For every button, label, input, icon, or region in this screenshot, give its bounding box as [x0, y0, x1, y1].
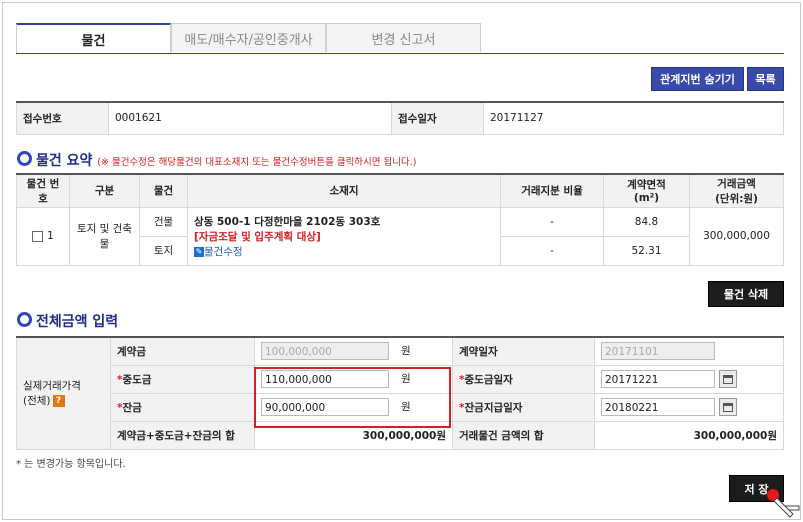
item-amount: 300,000,000 [689, 206, 784, 266]
total-title-text: 전체금액 입력 [36, 314, 119, 330]
item-building: 건물 [139, 206, 188, 237]
col-header-amount: 거래금액 (단위:원) [689, 173, 784, 208]
balance-date-input[interactable]: 20180221 [601, 398, 715, 416]
item-type: 토지 및 건축물 [69, 206, 140, 266]
tab-change-report[interactable]: 변경 신고서 [326, 23, 481, 52]
item-location-cell: 상동 500-1 다정한마을 2102동 303호 [자금조달 및 입주계획 대… [187, 206, 501, 266]
share-land: - [500, 235, 604, 266]
edit-icon: ✎ [194, 246, 204, 257]
calendar-icon[interactable] [719, 398, 737, 416]
tab-item[interactable]: 물건 [16, 23, 171, 54]
deposit-unit: 원 [401, 345, 411, 358]
col-header-item: 물건 [139, 173, 188, 208]
col-header-type: 구분 [69, 173, 140, 208]
receipt-number-label: 접수번호 [16, 101, 109, 135]
col-header-share: 거래지분 비율 [500, 173, 604, 208]
deposit-input[interactable]: 100,000,000 [261, 342, 389, 361]
middle-date-cell: 20171221 [594, 364, 784, 394]
col-header-area: 계약면적 (m²) [603, 173, 690, 208]
receipt-table: 접수번호 0001621 접수일자 20171127 [16, 101, 784, 135]
item-select-cell: 1 [16, 206, 70, 266]
middle-date-label: *중도금일자 [452, 364, 595, 394]
tab-underline [16, 53, 784, 54]
total-section-title: 전체금액 입력 [17, 311, 118, 331]
circle-bullet-icon [17, 312, 32, 327]
balance-label: *잔금 [110, 392, 255, 422]
required-footnote: * 는 변경가능 항목입니다. [16, 459, 126, 470]
item-land: 토지 [139, 235, 188, 266]
help-icon[interactable]: ? [52, 395, 65, 408]
item-number: 1 [47, 230, 54, 242]
actual-price-label: 실제거래가격 (전체)? [16, 336, 111, 450]
deposit-label: 계약금 [110, 336, 255, 366]
contract-date-input[interactable]: 20171101 [601, 342, 715, 361]
list-button[interactable]: 목록 [747, 67, 784, 91]
sum-label: 계약금+중도금+잔금의 합 [110, 420, 255, 450]
contract-date-label: 계약일자 [452, 336, 595, 366]
tab-parties[interactable]: 매도/매수자/공인중개사 [171, 23, 326, 52]
item-location[interactable]: 상동 500-1 다정한마을 2102동 303호 [194, 214, 494, 229]
toggle-related-lots-button[interactable]: 관계지번 숨기기 [651, 67, 744, 91]
item-location-note: [자금조달 및 입주계획 대상] [194, 230, 321, 243]
summary-note: (※ 물건수정은 해당물건의 대표소재지 또는 물건수정버튼을 클릭하시면 됩니… [97, 157, 417, 168]
items-table: 물건 번호 구분 물건 소재지 거래지분 비율 계약면적 (m²) 거래금액 (단위… [16, 173, 784, 266]
item-checkbox[interactable] [32, 230, 44, 242]
items-sum-label: 거래물건 금액의 합 [452, 420, 595, 450]
edit-item-link[interactable]: ✎ 물건수정 [194, 244, 494, 259]
receipt-date-label: 접수일자 [391, 101, 484, 135]
delete-item-button[interactable]: 물건 삭제 [708, 281, 784, 307]
tab-bar: 물건 매도/매수자/공인중개사 변경 신고서 [16, 23, 481, 54]
area-building: 84.8 [603, 206, 690, 237]
pointer-cursor-icon [767, 489, 800, 518]
summary-title-text: 물건 요약 [36, 153, 93, 169]
deposit-cell: 100,000,000 원 [254, 336, 453, 366]
contract-date-cell: 20171101 [594, 336, 784, 366]
col-header-location: 소재지 [187, 173, 501, 208]
receipt-date-value: 20171127 [483, 101, 784, 135]
middle-payment-label: *중도금 [110, 364, 255, 394]
col-header-no: 물건 번호 [16, 173, 70, 208]
balance-date-cell: 20180221 [594, 392, 784, 422]
balance-date-label: *잔금지급일자 [452, 392, 595, 422]
area-land: 52.31 [603, 235, 690, 266]
middle-date-input[interactable]: 20171221 [601, 370, 715, 388]
circle-bullet-icon [17, 151, 32, 166]
highlight-box [254, 367, 451, 428]
share-building: - [500, 206, 604, 237]
summary-section-title: 물건 요약 (※ 물건수정은 해당물건의 대표소재지 또는 물건수정버튼을 클릭… [17, 150, 417, 170]
calendar-icon[interactable] [719, 370, 737, 388]
items-sum-value: 300,000,000원 [594, 420, 784, 450]
receipt-number-value: 0001621 [108, 101, 392, 135]
